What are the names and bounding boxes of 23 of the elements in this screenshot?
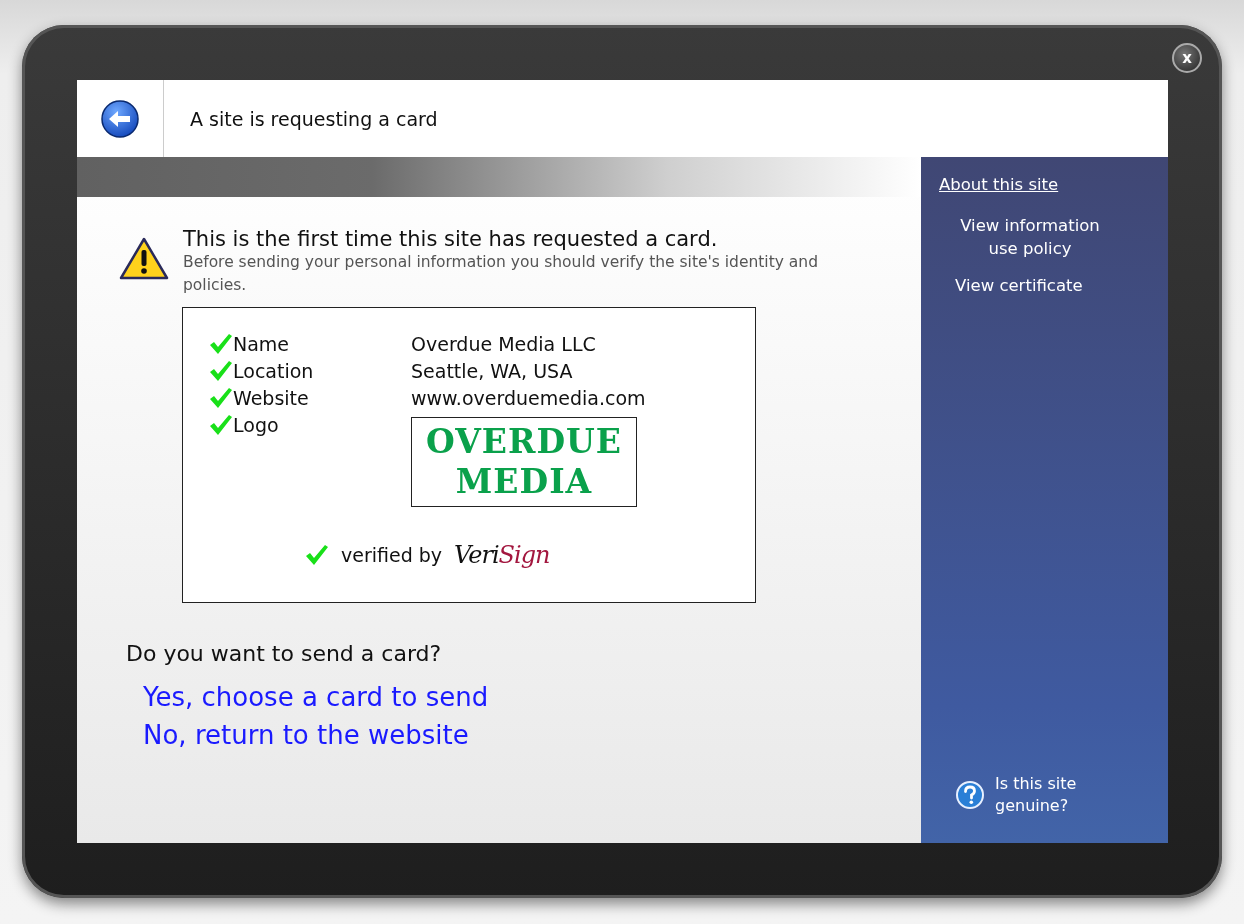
sidebar-link[interactable]: View information use policy [955,214,1105,260]
detail-label: Logo [233,413,279,436]
verified-by-label: verified by [341,544,443,566]
question-text: Do you want to send a card? [126,641,442,666]
detail-value: Overdue Media LLC [411,332,596,355]
about-site-link[interactable]: About this site [939,175,1059,194]
help-link[interactable]: Is this site genuine? [995,773,1085,817]
detail-label: Website [233,386,309,409]
verifier-logo: VeriSign [454,541,550,569]
warning-title: This is the first time this site has requested a card. [183,227,719,251]
help-icon[interactable] [955,780,985,810]
site-logo: OVERDUE MEDIA [411,417,637,507]
detail-value: Seattle, WA, USA [411,359,573,382]
warning-message: Before sending your personal information you should verify the site's identity and policies. [183,252,819,296]
detail-label: Location [233,359,314,382]
action-link[interactable]: No, return to the website [143,720,469,750]
action-link[interactable]: Yes, choose a card to send [143,682,489,712]
detail-label: Name [233,332,290,355]
close-button[interactable]: x [1172,43,1202,73]
sidebar-link[interactable]: View certificate [955,274,1168,297]
dialog-title: A site is requesting a card [189,106,438,132]
warning-icon [119,237,169,281]
detail-value: www.overduemedia.com [411,386,646,409]
